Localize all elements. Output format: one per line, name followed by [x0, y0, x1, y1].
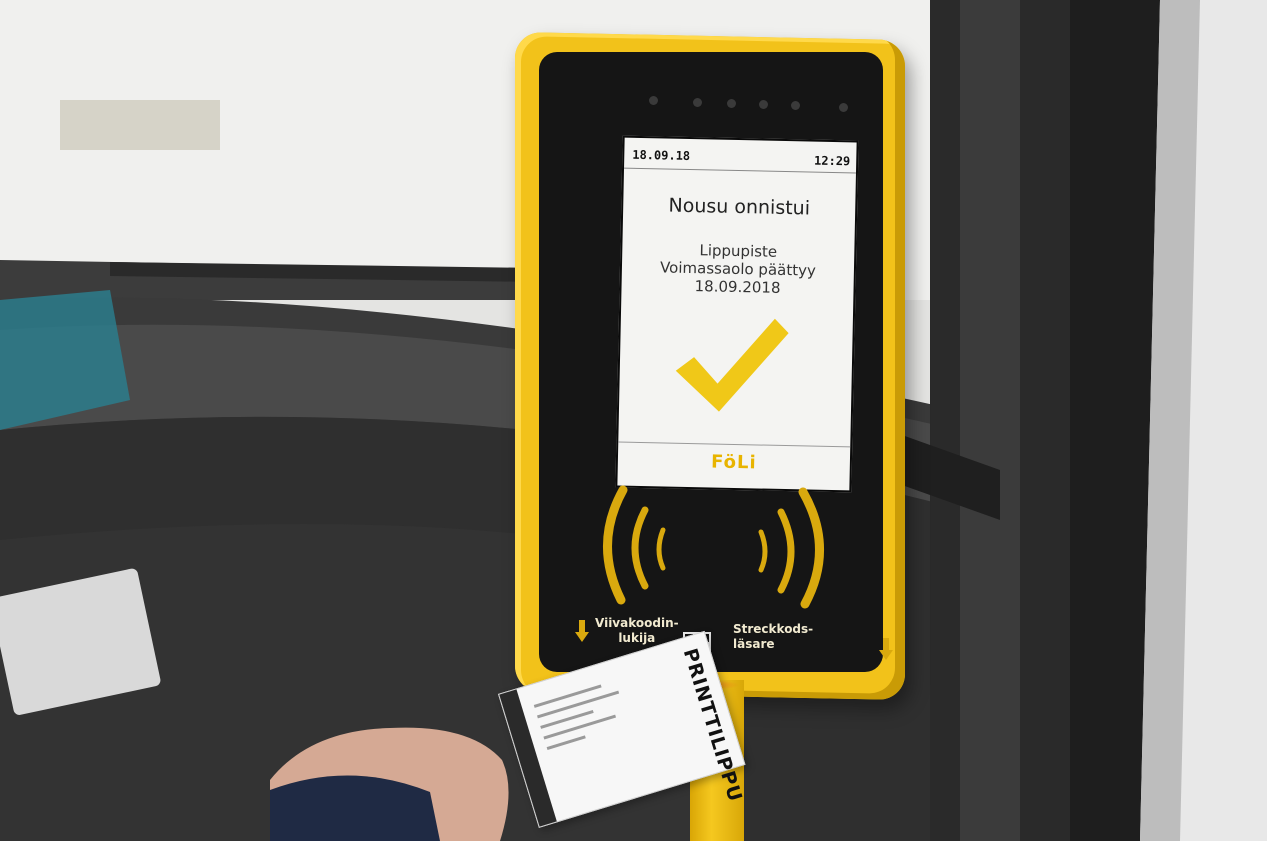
validator-face: 18.09.18 12:29 Nousu onnistui Lippupiste…: [539, 52, 893, 672]
status-led: [759, 100, 768, 109]
boarding-result: Nousu onnistui: [668, 194, 811, 220]
scanner-label-sv: Streckkods- läsare: [733, 622, 814, 651]
ticket-text-lines: [533, 676, 646, 758]
status-bar: 18.09.18 12:29: [624, 137, 857, 174]
status-led: [727, 99, 736, 108]
status-led: [839, 103, 848, 112]
arrow-down-icon: [879, 638, 893, 660]
nfc-waves-icon: [603, 485, 824, 609]
foli-logo: FöLi: [710, 451, 757, 474]
validity-date: 18.09.2018: [694, 277, 781, 297]
footer-divider: [618, 441, 851, 448]
status-led: [791, 101, 800, 110]
bus-scene: 18.09.18 12:29 Nousu onnistui Lippupiste…: [0, 0, 1267, 841]
passenger-hand: [270, 727, 509, 841]
checkmark-icon: [675, 318, 789, 412]
status-led: [693, 98, 702, 107]
screen-date: 18.09.18: [632, 147, 691, 163]
status-led: [649, 96, 658, 105]
ticket-validator: 18.09.18 12:29 Nousu onnistui Lippupiste…: [515, 31, 905, 701]
arrow-down-icon: [575, 620, 589, 642]
screen-time: 12:29: [813, 153, 851, 169]
validator-screen[interactable]: 18.09.18 12:29 Nousu onnistui Lippupiste…: [615, 135, 859, 493]
